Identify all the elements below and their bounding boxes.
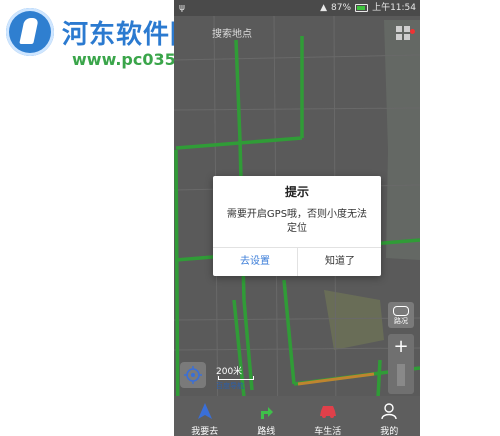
scale-bar [218, 376, 254, 380]
nav-label-route: 路线 [257, 427, 276, 436]
nav-label-car-life: 车生活 [314, 427, 342, 436]
site-logo-icon [6, 8, 54, 56]
battery-icon [355, 4, 369, 12]
dialog-title: 提示 [284, 185, 309, 199]
nav-item-mine[interactable]: 我的 [359, 396, 421, 436]
car-icon [319, 406, 336, 418]
notification-dot [410, 29, 415, 34]
got-it-button[interactable]: 知道了 [298, 248, 382, 276]
nav-item-car-life[interactable]: 车生活 [297, 396, 359, 436]
traffic-label: 路况 [394, 317, 408, 325]
locate-crosshair-icon [184, 366, 202, 384]
map-brand: 百度导航 [216, 382, 244, 390]
search-bar[interactable]: 搜索地点 [174, 16, 420, 46]
route-arrow-icon [261, 407, 274, 419]
traffic-icon [393, 306, 409, 316]
dialog-message: 需要开启GPS哦，否则小度无法定位 [226, 209, 368, 234]
phone-screen: ψ ▲ 87% 上午11:54 搜索地点 路况 + 200米 百度导航 我要去 … [174, 0, 420, 436]
nav-item-go[interactable]: 我要去 [174, 396, 236, 436]
traffic-toggle-button[interactable]: 路况 [388, 302, 414, 328]
signal-icon: ▲ [320, 3, 328, 13]
usb-icon: ψ [179, 3, 185, 13]
nav-label-mine: 我的 [380, 427, 399, 436]
nav-label-go: 我要去 [191, 427, 219, 436]
zoom-in-button[interactable]: + [388, 334, 414, 360]
navigation-arrow-icon [197, 403, 212, 419]
zoom-control: + [388, 334, 414, 394]
clock: 上午11:54 [372, 3, 416, 13]
gps-alert-dialog: 提示 需要开启GPS哦，否则小度无法定位 去设置 知道了 [213, 176, 381, 276]
map-scale: 200米 百度导航 [216, 364, 254, 390]
profile-icon [381, 403, 397, 420]
search-input[interactable]: 搜索地点 [212, 25, 252, 40]
nav-item-route[interactable]: 路线 [236, 396, 298, 436]
battery-percent: 87% [331, 3, 352, 13]
locate-button[interactable] [180, 362, 206, 388]
go-settings-button[interactable]: 去设置 [213, 248, 297, 276]
zoom-out-button[interactable] [397, 364, 405, 386]
status-bar: ψ ▲ 87% 上午11:54 [174, 0, 420, 16]
layers-grid-icon[interactable] [396, 26, 410, 40]
bottom-nav: 我要去 路线 车生活 我的 [174, 396, 420, 436]
